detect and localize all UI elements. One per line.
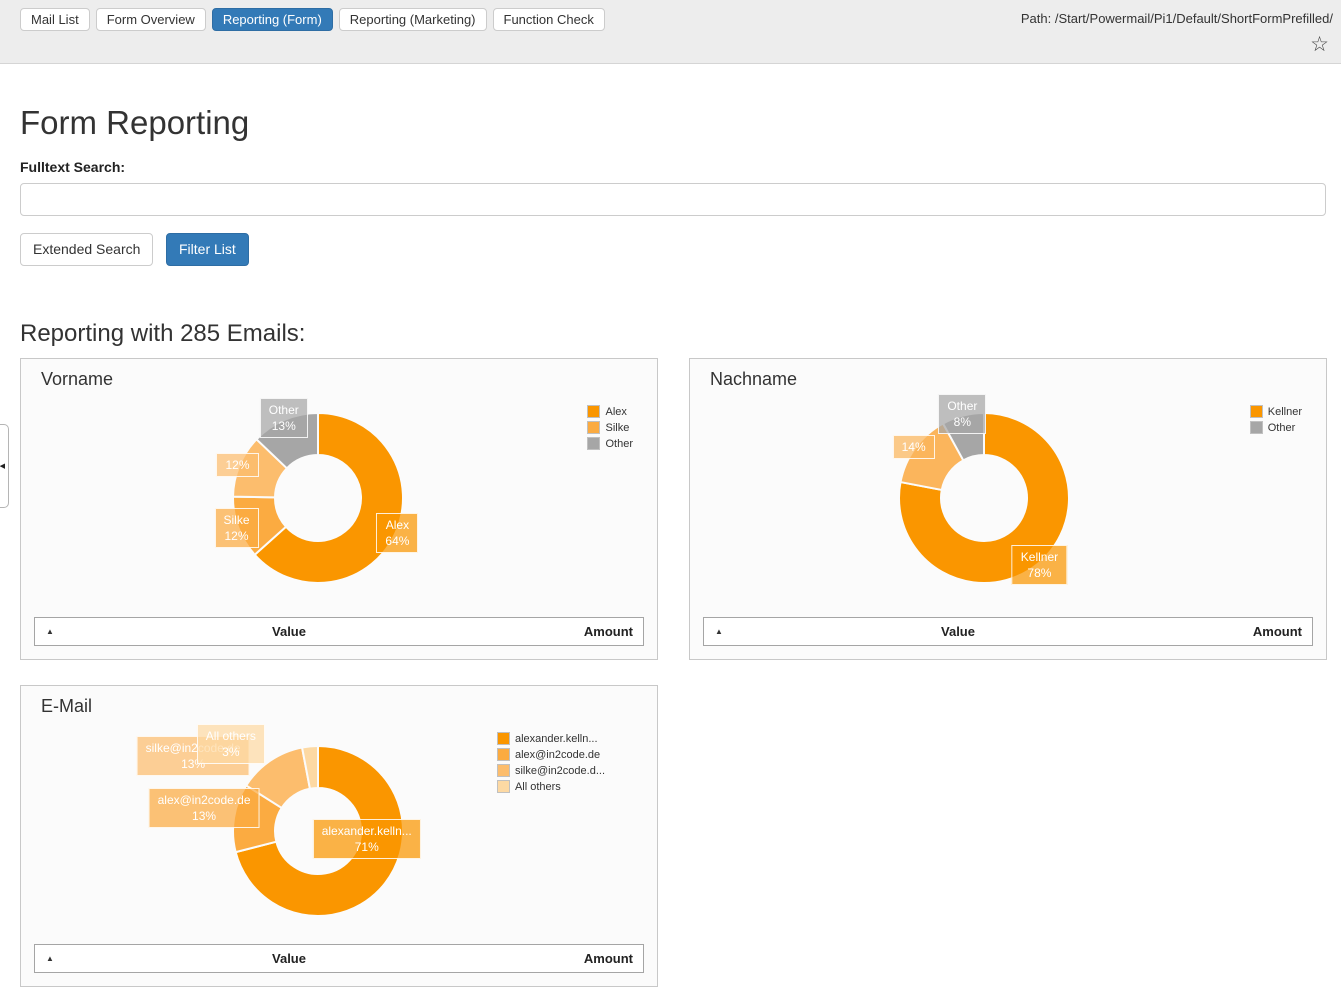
legend-item[interactable]: Alex [587, 405, 633, 418]
legend-item[interactable]: Other [587, 437, 633, 450]
tab-reporting-form[interactable]: Reporting (Form) [212, 8, 333, 31]
legend-label: silke@in2code.d... [515, 765, 605, 777]
result-table-header: ▲ Value Amount [34, 617, 644, 646]
slice-label: Silke12% [214, 508, 258, 548]
legend-label: All others [515, 781, 561, 793]
column-header-amount[interactable]: Amount [513, 951, 643, 966]
slice-label: Other8% [938, 394, 986, 434]
chart-panel-email: alexander.kelln...71% alex@in2code.de13% s… [20, 685, 658, 987]
legend-swatch-icon [497, 732, 510, 745]
legend-label: alexander.kelln... [515, 733, 598, 745]
legend-item[interactable]: Kellner [1250, 405, 1302, 418]
slice-label: alex@in2code.de13% [149, 788, 260, 828]
legend-label: Other [605, 438, 633, 450]
legend-item[interactable]: All others [497, 780, 605, 793]
sort-asc-icon[interactable]: ▲ [35, 954, 65, 963]
reporting-heading: Reporting with 285 Emails: [20, 320, 305, 348]
favorite-star-icon[interactable]: ☆ [1310, 34, 1329, 56]
column-header-amount[interactable]: Amount [513, 624, 643, 639]
slice-label: Alex64% [376, 513, 418, 553]
collapse-arrow-icon: ◀ [0, 462, 5, 470]
donut-chart [690, 359, 1328, 661]
filter-list-button[interactable]: Filter List [166, 233, 249, 266]
legend-swatch-icon [587, 437, 600, 450]
result-table-header: ▲ Value Amount [34, 944, 644, 973]
column-header-value[interactable]: Value [65, 624, 513, 639]
legend-swatch-icon [497, 748, 510, 761]
legend-swatch-icon [587, 421, 600, 434]
legend-swatch-icon [497, 764, 510, 777]
legend-item[interactable]: alex@in2code.de [497, 748, 605, 761]
frame-collapse-handle[interactable]: ◀ [0, 424, 9, 508]
tab-reporting-marketing[interactable]: Reporting (Marketing) [339, 8, 487, 31]
page-path: Path: /Start/Powermail/Pi1/Default/Short… [1021, 11, 1333, 26]
tab-function-check[interactable]: Function Check [493, 8, 605, 31]
chart-area: Kellner78% 14%Other8% [690, 359, 1328, 661]
legend-label: Alex [605, 406, 626, 418]
legend-swatch-icon [587, 405, 600, 418]
chart-area: Alex64% Silke12% 12%Other13% [21, 359, 659, 661]
chart-legend: alexander.kelln... alex@in2code.de silke@i… [497, 732, 605, 793]
legend-label: Other [1268, 422, 1296, 434]
legend-label: Silke [605, 422, 629, 434]
slice-label: 12% [216, 453, 258, 477]
tab-mail-list[interactable]: Mail List [20, 8, 90, 31]
chart-title: Vorname [41, 369, 113, 390]
page-title: Form Reporting [20, 104, 249, 142]
chart-panel-vorname: Alex64% Silke12% 12%Other13% Vorname Alex S… [20, 358, 658, 660]
column-header-value[interactable]: Value [65, 951, 513, 966]
chart-legend: Alex Silke Other [587, 405, 633, 450]
legend-swatch-icon [1250, 421, 1263, 434]
legend-item[interactable]: Silke [587, 421, 633, 434]
slice-label: All others3% [197, 724, 265, 764]
tab-form-overview[interactable]: Form Overview [96, 8, 206, 31]
extended-search-button[interactable]: Extended Search [20, 233, 153, 266]
legend-swatch-icon [1250, 405, 1263, 418]
legend-label: alex@in2code.de [515, 749, 600, 761]
slice-label: alexander.kelln...71% [313, 819, 421, 859]
column-header-value[interactable]: Value [734, 624, 1182, 639]
legend-swatch-icon [497, 780, 510, 793]
chart-panel-nachname: Kellner78% 14%Other8% Nachname Kellner Oth… [689, 358, 1327, 660]
module-tabs: Mail List Form Overview Reporting (Form)… [20, 8, 605, 31]
sort-asc-icon[interactable]: ▲ [35, 627, 65, 636]
chart-title: Nachname [710, 369, 797, 390]
sort-asc-icon[interactable]: ▲ [704, 627, 734, 636]
donut-chart [21, 359, 659, 661]
legend-label: Kellner [1268, 406, 1302, 418]
slice-label: Other13% [260, 398, 308, 438]
chart-legend: Kellner Other [1250, 405, 1302, 434]
slice-label: Kellner78% [1012, 545, 1067, 585]
fulltext-search-input[interactable] [20, 183, 1326, 216]
legend-item[interactable]: Other [1250, 421, 1302, 434]
fulltext-search-label: Fulltext Search: [20, 159, 125, 175]
slice-label: 14% [893, 435, 935, 459]
column-header-amount[interactable]: Amount [1182, 624, 1312, 639]
chart-title: E-Mail [41, 696, 92, 717]
legend-item[interactable]: alexander.kelln... [497, 732, 605, 745]
result-table-header: ▲ Value Amount [703, 617, 1313, 646]
top-toolbar: Mail List Form Overview Reporting (Form)… [0, 0, 1341, 64]
legend-item[interactable]: silke@in2code.d... [497, 764, 605, 777]
